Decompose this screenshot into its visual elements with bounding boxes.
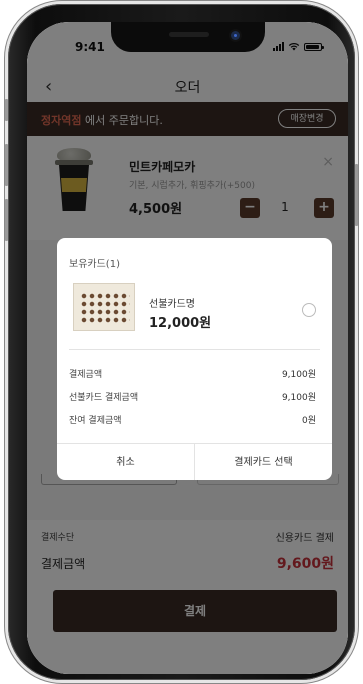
power-button bbox=[355, 164, 358, 226]
row-label-payment-amount: 결제금액 bbox=[69, 370, 103, 380]
volume-down-button bbox=[5, 199, 8, 241]
phone-frame: 9:41 ‹ 오더 정자역점 에서 주문합니다. 매장변경 bbox=[5, 4, 358, 680]
row-value-remaining-amount: 0원 bbox=[301, 416, 316, 426]
screen: 9:41 ‹ 오더 정자역점 에서 주문합니다. 매장변경 bbox=[27, 22, 348, 674]
divider bbox=[69, 349, 320, 350]
card-amount: 12,000원 bbox=[149, 316, 212, 331]
speaker bbox=[169, 32, 209, 37]
row-label-prepaid-amount: 선불카드 결제금액 bbox=[69, 393, 139, 403]
radio-unchecked-icon[interactable] bbox=[302, 303, 316, 317]
camera bbox=[231, 31, 240, 40]
row-label-remaining-amount: 잔여 결제금액 bbox=[69, 416, 122, 426]
cancel-button[interactable]: 취소 bbox=[57, 444, 194, 480]
modal-title: 보유카드(1) bbox=[69, 259, 120, 270]
card-name: 선불카드명 bbox=[149, 299, 195, 310]
notch bbox=[111, 22, 265, 52]
gift-card-image bbox=[73, 283, 135, 331]
mute-switch bbox=[5, 99, 8, 121]
card-select-modal: 보유카드(1) 선불카드명 12,000원 결제금액 9,100원 선불카드 결… bbox=[57, 238, 332, 480]
volume-up-button bbox=[5, 144, 8, 186]
row-value-prepaid-amount: 9,100원 bbox=[281, 393, 316, 403]
modal-actions: 취소 결제카드 선택 bbox=[57, 443, 332, 480]
select-card-button[interactable]: 결제카드 선택 bbox=[195, 444, 332, 480]
row-value-payment-amount: 9,100원 bbox=[281, 370, 316, 380]
